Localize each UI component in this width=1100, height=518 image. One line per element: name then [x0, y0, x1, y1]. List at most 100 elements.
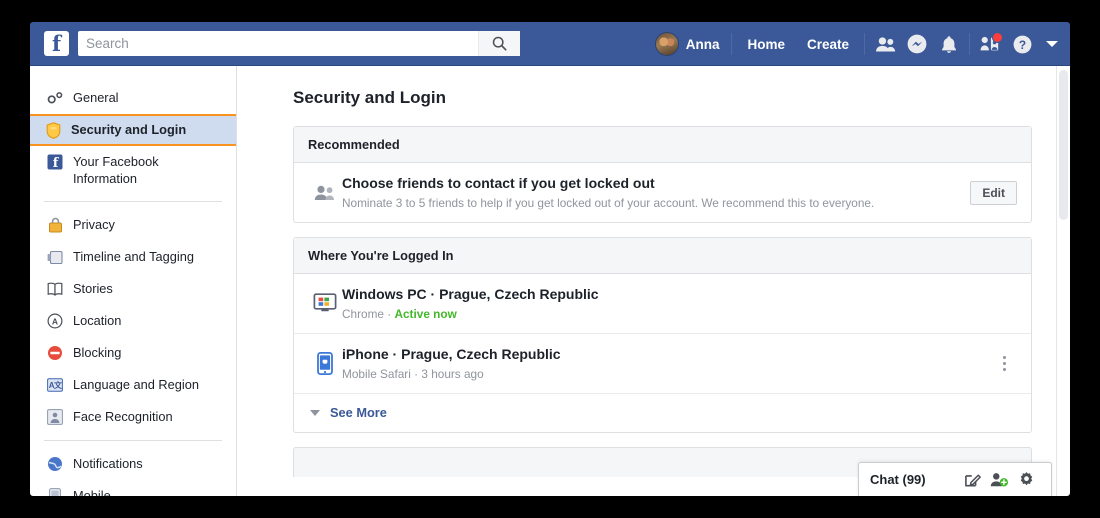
- facebook-logo-icon[interactable]: f: [44, 31, 69, 56]
- blocking-icon: [46, 344, 64, 362]
- sidebar-item-label: Privacy: [73, 217, 115, 232]
- sidebar-item-language-and-region[interactable]: A 文 Language and Region: [30, 369, 236, 401]
- sidebar-item-label: General: [73, 90, 119, 105]
- session-row-iphone[interactable]: iPhone · Prague, Czech Republic Mobile S…: [294, 334, 1031, 394]
- profile-shortcut[interactable]: Anna: [647, 32, 728, 56]
- privacy-lock-icon: [46, 216, 64, 234]
- recommended-trusted-contacts-row: Choose friends to contact if you get loc…: [294, 163, 1031, 222]
- top-nav-right-cluster: Anna Home Create ?: [647, 22, 1058, 66]
- language-region-icon: A 文: [46, 376, 64, 394]
- stories-book-icon: [46, 280, 64, 298]
- session-separator: ·: [414, 367, 419, 381]
- settings-sidebar: General Security and Login f Your Facebo…: [30, 66, 238, 496]
- location-icon: A: [46, 312, 64, 330]
- recommended-card-header: Recommended: [294, 127, 1031, 163]
- page-body: General Security and Login f Your Facebo…: [30, 66, 1070, 496]
- sidebar-item-notifications[interactable]: Notifications: [30, 448, 236, 480]
- sidebar-divider: [44, 201, 222, 202]
- timeline-tagging-icon: [46, 248, 64, 266]
- session-browser: Mobile Safari: [342, 367, 411, 381]
- svg-text:文: 文: [54, 380, 63, 390]
- search-input[interactable]: [78, 32, 478, 55]
- sidebar-item-location[interactable]: A Location: [30, 305, 236, 337]
- nav-divider: [969, 33, 970, 55]
- nav-divider: [731, 33, 733, 55]
- edit-button[interactable]: Edit: [970, 180, 1017, 205]
- notifications-button[interactable]: [933, 29, 965, 59]
- sidebar-item-label: Stories: [73, 281, 113, 296]
- search-bar: [78, 31, 520, 56]
- sidebar-item-blocking[interactable]: Blocking: [30, 337, 236, 369]
- search-icon: [492, 36, 507, 51]
- see-more-row[interactable]: See More: [294, 394, 1031, 432]
- sidebar-item-label: Mobile: [73, 488, 111, 496]
- sidebar-item-timeline-and-tagging[interactable]: Timeline and Tagging: [30, 241, 236, 273]
- notification-badge-dot: [992, 32, 1003, 43]
- sidebar-item-label: Location: [73, 313, 122, 328]
- main-content: Security and Login Recommended Choose fr…: [237, 66, 1063, 496]
- recommended-row-title: Choose friends to contact if you get loc…: [342, 175, 655, 191]
- nav-link-home[interactable]: Home: [736, 37, 796, 52]
- recommended-row-body: Choose friends to contact if you get loc…: [342, 174, 970, 211]
- sidebar-item-your-facebook-information[interactable]: f Your Facebook Information: [30, 146, 236, 194]
- add-people-icon[interactable]: [986, 468, 1013, 492]
- sidebar-item-label: Timeline and Tagging: [73, 249, 194, 264]
- sidebar-item-privacy[interactable]: Privacy: [30, 209, 236, 241]
- help-button[interactable]: ?: [1006, 29, 1038, 59]
- see-more-link[interactable]: See More: [330, 405, 387, 420]
- chevron-down-icon: [310, 409, 320, 416]
- sidebar-item-security-and-login[interactable]: Security and Login: [30, 114, 238, 146]
- iphone-icon: [308, 352, 342, 375]
- session-subtitle: Mobile Safari · 3 hours ago: [342, 366, 991, 382]
- sidebar-item-general[interactable]: General: [30, 82, 236, 114]
- sidebar-item-label: Language and Region: [73, 377, 199, 392]
- session-status: 3 hours ago: [421, 367, 484, 381]
- session-row-body: iPhone · Prague, Czech Republic Mobile S…: [342, 345, 991, 382]
- sidebar-item-face-recognition[interactable]: Face Recognition: [30, 401, 236, 433]
- notifications-bell-icon: [942, 35, 956, 53]
- nav-divider: [864, 33, 865, 55]
- facebook-info-icon: f: [46, 153, 64, 171]
- session-subtitle: Chrome · Active now: [342, 306, 1017, 322]
- compose-message-icon[interactable]: [959, 468, 986, 492]
- general-gear-icon: [46, 89, 64, 107]
- facebook-top-navigation-bar: f Anna Home Create: [30, 22, 1070, 66]
- session-title: iPhone · Prague, Czech Republic: [342, 346, 561, 362]
- page-title: Security and Login: [293, 88, 447, 107]
- scrollbar-thumb[interactable]: [1059, 70, 1068, 220]
- chat-bar[interactable]: Chat (99): [858, 462, 1052, 496]
- session-row-windows-pc[interactable]: Windows PC · Prague, Czech Republic Chro…: [294, 274, 1031, 334]
- sidebar-item-label: Your Facebook Information: [73, 154, 159, 186]
- friend-requests-icon: [875, 36, 895, 51]
- avatar: [654, 32, 679, 56]
- sidebar-item-label: Notifications: [73, 456, 143, 471]
- where-youre-logged-in-card: Where You're Logged In Windows PC · Prag…: [293, 237, 1032, 433]
- chat-settings-gear-icon[interactable]: [1013, 468, 1040, 492]
- account-alert-button[interactable]: [974, 29, 1006, 59]
- messenger-button[interactable]: [901, 29, 933, 59]
- svg-text:A: A: [52, 317, 58, 327]
- nav-link-create[interactable]: Create: [796, 37, 860, 52]
- browser-viewport: f Anna Home Create: [30, 22, 1070, 496]
- face-recognition-icon: [46, 408, 64, 426]
- logged-in-card-header: Where You're Logged In: [294, 238, 1031, 274]
- main-scrollbar[interactable]: [1056, 66, 1070, 496]
- sidebar-item-label: Security and Login: [71, 122, 187, 137]
- recommended-card: Recommended Choose friends to contact if…: [293, 126, 1032, 223]
- sidebar-item-stories[interactable]: Stories: [30, 273, 236, 305]
- sidebar-divider: [44, 440, 222, 441]
- friends-pair-icon: [308, 185, 342, 201]
- session-row-body: Windows PC · Prague, Czech Republic Chro…: [342, 285, 1017, 322]
- kebab-menu-icon[interactable]: [991, 356, 1017, 371]
- svg-text:?: ?: [1018, 37, 1025, 51]
- sidebar-item-mobile[interactable]: Mobile: [30, 480, 236, 496]
- account-menu-caret-icon[interactable]: [1046, 41, 1058, 47]
- recommended-row-subtitle: Nominate 3 to 5 friends to help if you g…: [342, 196, 875, 210]
- sidebar-item-label: Face Recognition: [73, 409, 173, 424]
- friend-requests-button[interactable]: [869, 29, 901, 59]
- profile-name-label: Anna: [685, 36, 720, 52]
- help-circle-icon: ?: [1013, 35, 1031, 53]
- security-shield-icon: [44, 121, 62, 139]
- notifications-globe-icon: [46, 455, 64, 473]
- search-submit-button[interactable]: [478, 31, 520, 56]
